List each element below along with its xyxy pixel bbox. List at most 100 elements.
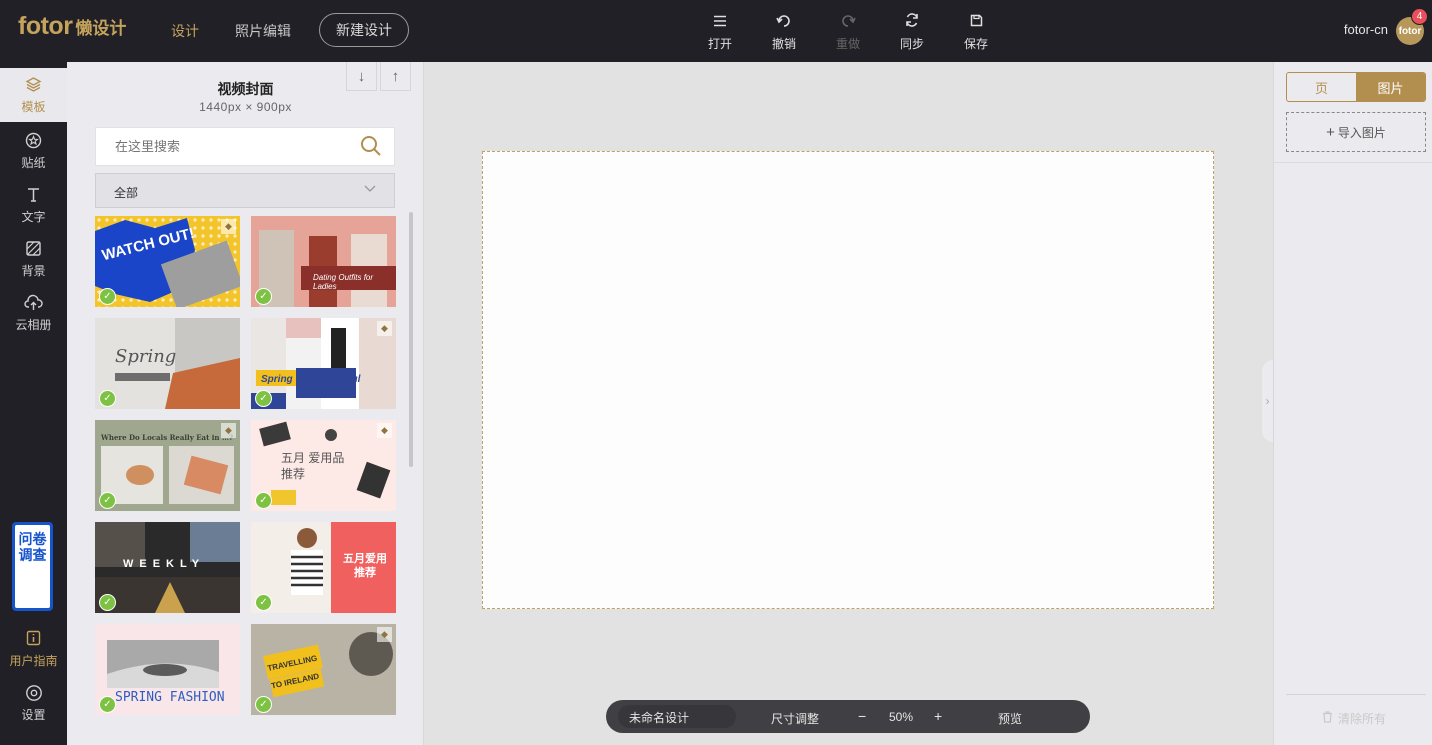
design-name-field[interactable]: 未命名设计 bbox=[618, 705, 736, 728]
diamond-icon: ◆ bbox=[221, 423, 236, 438]
notification-badge[interactable]: 4 bbox=[1411, 8, 1428, 25]
sync-label: 同步 bbox=[899, 37, 924, 51]
search-icon[interactable] bbox=[360, 135, 382, 160]
category-select[interactable]: 全部 bbox=[95, 173, 395, 208]
menu-icon bbox=[700, 13, 740, 31]
survey-label: 问卷调查 bbox=[15, 525, 50, 608]
trash-icon bbox=[1322, 711, 1333, 726]
template-thumb[interactable]: 五月 爱用品推荐 ◆ ✓ bbox=[251, 420, 396, 511]
save-button[interactable]: 保存 bbox=[956, 13, 996, 52]
nav-templates[interactable]: 模板 bbox=[0, 68, 67, 122]
zoom-level: 50% bbox=[889, 710, 914, 724]
collapse-panel-tab[interactable]: › bbox=[1262, 360, 1273, 442]
template-panel: 视频封面 1440px × 900px ↓ ↑ 全部 WATCH OUT! ◆ … bbox=[67, 62, 424, 745]
divider bbox=[1274, 162, 1432, 163]
template-thumb-text: WEEKLY bbox=[123, 558, 206, 570]
category-select-value: 全部 bbox=[114, 186, 139, 200]
template-thumb[interactable]: Where Do Locals Really Eat in …? ◆ ✓ bbox=[95, 420, 240, 511]
template-thumb[interactable]: 五月爱用 推荐 ✓ bbox=[251, 522, 396, 613]
diamond-icon: ◆ bbox=[377, 321, 392, 336]
redo-icon bbox=[828, 13, 868, 31]
zoom-out-button[interactable]: − bbox=[858, 708, 866, 724]
check-icon: ✓ bbox=[99, 696, 116, 713]
brand-sub: 懒设计 bbox=[75, 19, 127, 38]
import-images-label: 导入图片 bbox=[1337, 125, 1386, 140]
nav-text[interactable]: 文字 bbox=[0, 178, 67, 232]
template-thumb[interactable]: SPRING FASHION ✓ bbox=[95, 624, 240, 715]
template-thumb[interactable]: Spring ✓ bbox=[95, 318, 240, 409]
template-thumb[interactable]: WATCH OUT! ◆ ✓ bbox=[95, 216, 240, 307]
nav-background[interactable]: 背景 bbox=[0, 232, 67, 286]
check-icon: ✓ bbox=[255, 288, 272, 305]
template-thumb[interactable]: Dating Outfits for Ladies ✓ bbox=[251, 216, 396, 307]
sort-up-button[interactable]: ↑ bbox=[380, 62, 411, 91]
canvas-area: › 未命名设计 尺寸调整 − 50% + 预览 bbox=[424, 62, 1273, 745]
search-box bbox=[95, 127, 395, 166]
nav-settings-label: 设置 bbox=[21, 708, 46, 722]
resize-button[interactable]: 尺寸调整 bbox=[771, 710, 819, 727]
check-icon: ✓ bbox=[99, 288, 116, 305]
survey-button[interactable]: 问卷调查 bbox=[12, 522, 53, 611]
template-thumb[interactable]: WEEKLY ✓ bbox=[95, 522, 240, 613]
nav-photo-edit[interactable]: 照片编辑 bbox=[235, 21, 291, 41]
diamond-icon: ◆ bbox=[221, 219, 236, 234]
template-thumb[interactable]: TRAVELLING TO IRELAND ◆ ✓ bbox=[251, 624, 396, 715]
tab-images[interactable]: 图片 bbox=[1356, 73, 1425, 101]
nav-background-label: 背景 bbox=[21, 264, 46, 278]
nav-cloud[interactable]: 云相册 bbox=[0, 286, 67, 340]
text-icon bbox=[0, 186, 67, 208]
logo[interactable]: fotor 懒设计 bbox=[18, 12, 126, 41]
open-button[interactable]: 打开 bbox=[700, 13, 740, 52]
undo-icon bbox=[764, 13, 804, 31]
nav-templates-label: 模板 bbox=[21, 100, 46, 114]
search-input[interactable] bbox=[96, 128, 346, 165]
nav-user-guide[interactable]: 用户指南 bbox=[0, 622, 67, 676]
layers-icon bbox=[0, 76, 67, 98]
chevron-down-icon bbox=[364, 182, 376, 196]
nav-stickers[interactable]: 贴纸 bbox=[0, 124, 67, 178]
nav-settings[interactable]: 设置 bbox=[0, 676, 67, 730]
panel-scrollbar[interactable] bbox=[409, 212, 413, 467]
nav-stickers-label: 贴纸 bbox=[21, 156, 46, 170]
undo-label: 撤销 bbox=[771, 37, 796, 51]
sort-down-button[interactable]: ↓ bbox=[346, 62, 377, 91]
nav-user-guide-label: 用户指南 bbox=[9, 654, 58, 668]
diamond-icon: ◆ bbox=[377, 627, 392, 642]
tab-page[interactable]: 页 bbox=[1287, 73, 1356, 101]
import-images-button[interactable]: + 导入图片 bbox=[1286, 112, 1426, 152]
diamond-icon: ◆ bbox=[377, 423, 392, 438]
undo-button[interactable]: 撤销 bbox=[764, 13, 804, 52]
brand-name: fotor bbox=[18, 12, 73, 40]
chevron-right-icon: › bbox=[1265, 394, 1270, 408]
check-icon: ✓ bbox=[99, 492, 116, 509]
clear-all-button[interactable]: 清除所有 bbox=[1322, 710, 1386, 727]
zoom-in-button[interactable]: + bbox=[934, 708, 942, 724]
nav-text-label: 文字 bbox=[21, 210, 46, 224]
sync-button[interactable]: 同步 bbox=[892, 13, 932, 52]
arrow-up-icon: ↑ bbox=[391, 67, 400, 85]
arrow-down-icon: ↓ bbox=[357, 67, 366, 85]
redo-button[interactable]: 重做 bbox=[828, 13, 868, 52]
user-name[interactable]: fotor-cn bbox=[1344, 22, 1388, 37]
check-icon: ✓ bbox=[99, 594, 116, 611]
open-label: 打开 bbox=[707, 37, 732, 51]
template-thumb[interactable]: Spring Clothing Haul ◆ ✓ bbox=[251, 318, 396, 409]
template-thumb-text: Dating Outfits for Ladies bbox=[313, 273, 374, 291]
left-nav: 模板 贴纸 文字 背景 云相册 问卷调查 用户指南 设置 bbox=[0, 62, 67, 745]
bottom-toolbar: 未命名设计 尺寸调整 − 50% + 预览 bbox=[606, 700, 1090, 733]
clear-all-label: 清除所有 bbox=[1338, 712, 1387, 726]
preview-button[interactable]: 预览 bbox=[998, 710, 1022, 727]
background-icon bbox=[0, 240, 67, 262]
check-icon: ✓ bbox=[255, 696, 272, 713]
check-icon: ✓ bbox=[99, 390, 116, 407]
template-thumb-text: SPRING FASHION bbox=[115, 690, 225, 705]
design-canvas[interactable] bbox=[482, 151, 1214, 609]
divider bbox=[1286, 694, 1426, 695]
info-icon bbox=[0, 630, 67, 652]
nav-design[interactable]: 设计 bbox=[171, 21, 199, 41]
new-design-button[interactable]: 新建设计 bbox=[319, 13, 409, 47]
gear-icon bbox=[0, 684, 67, 706]
template-thumb-text: Where Do Locals Really Eat in …? bbox=[101, 433, 234, 442]
template-thumb-text: 五月爱用 推荐 bbox=[343, 553, 387, 579]
save-label: 保存 bbox=[963, 37, 988, 51]
